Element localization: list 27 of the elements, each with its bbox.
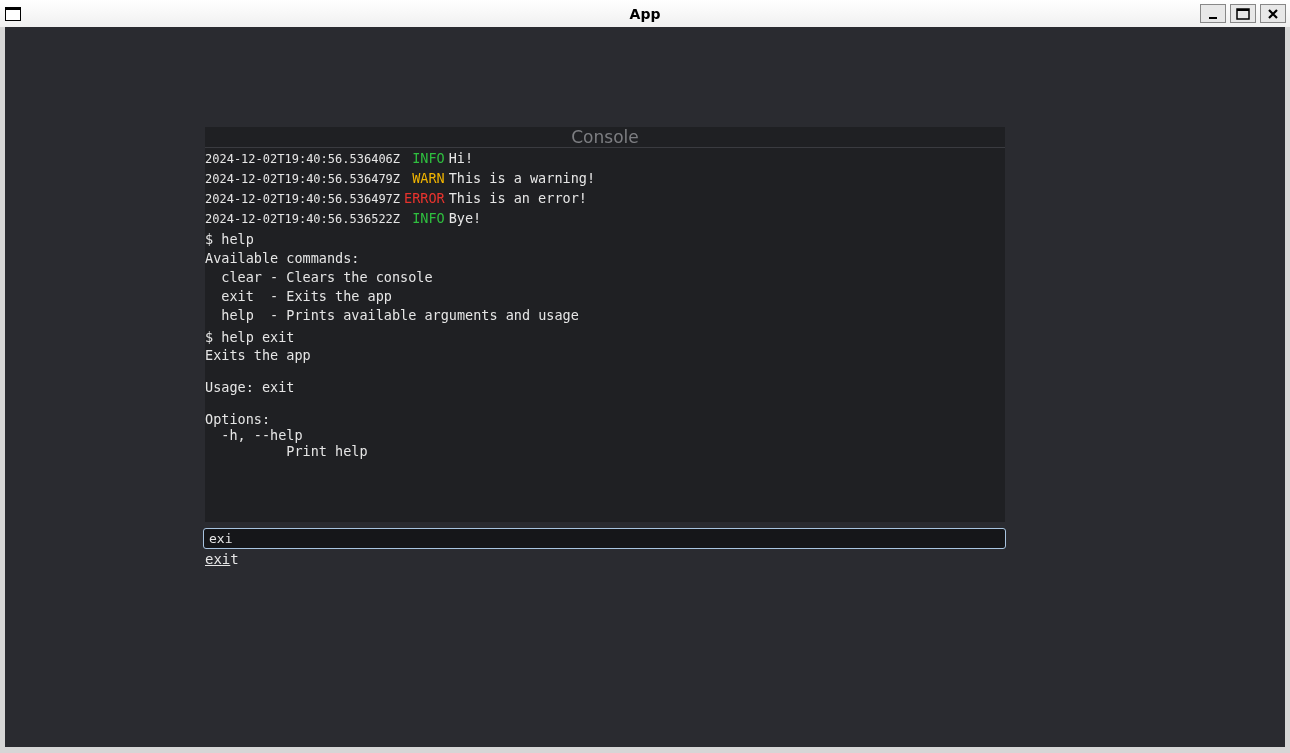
log-message: Hi!: [448, 150, 474, 166]
command-output: Available commands: clear - Clears the console exit - Exits the app help - Prints available arguments and usage: [205, 249, 580, 325]
log-timestamp: 2024-12-02T19:40:56.536497Z: [205, 192, 401, 206]
log-level: WARN: [411, 170, 445, 186]
log-timestamp: 2024-12-02T19:40:56.536522Z: [205, 212, 401, 226]
window-title: App: [629, 5, 661, 22]
log-level: INFO: [411, 210, 445, 226]
close-icon: [1267, 7, 1279, 20]
close-button[interactable]: [1260, 4, 1286, 23]
command-input[interactable]: exi: [203, 528, 1006, 549]
command-output: Exits the app Usage: exit Options: -h, --help Print help: [205, 347, 369, 459]
minimize-button[interactable]: [1200, 4, 1226, 23]
log-level: INFO: [411, 150, 445, 166]
log-level: ERROR: [404, 190, 445, 206]
command-line: $ help: [205, 230, 255, 249]
log-timestamp: 2024-12-02T19:40:56.536406Z: [205, 152, 401, 166]
log-timestamp: 2024-12-02T19:40:56.536479Z: [205, 172, 401, 186]
window-icon: [5, 6, 21, 21]
log-message: This is a warning!: [448, 170, 596, 186]
log-message: Bye!: [448, 210, 482, 226]
autocomplete-suggestion[interactable]: exit: [205, 549, 239, 569]
maximize-button[interactable]: [1230, 4, 1256, 23]
console-title: Console: [205, 127, 1005, 148]
command-line: $ help exit: [205, 328, 296, 347]
maximize-icon: [1236, 7, 1250, 20]
minimize-icon: [1209, 16, 1217, 19]
log-message: This is an error!: [448, 190, 587, 206]
